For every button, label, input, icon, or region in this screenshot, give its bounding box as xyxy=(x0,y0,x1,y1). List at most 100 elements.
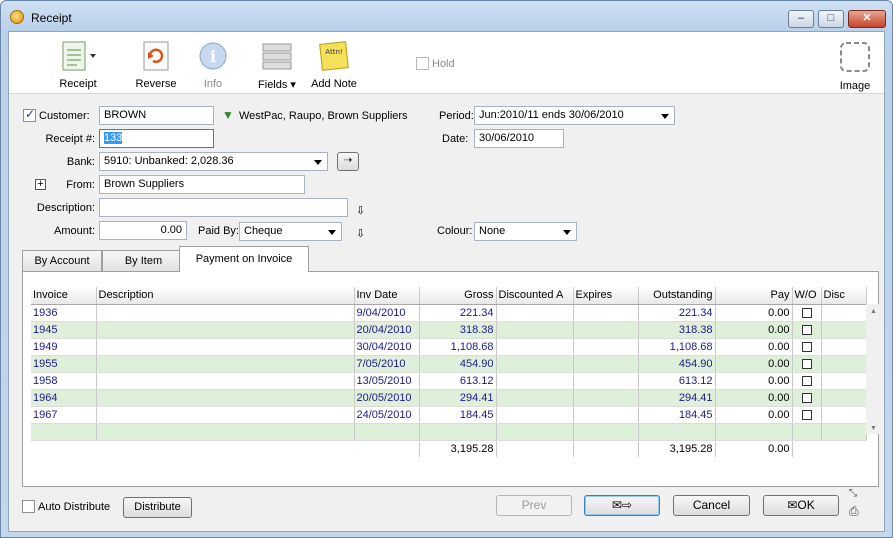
cell-empty[interactable] xyxy=(31,423,97,441)
hold-checkbox[interactable] xyxy=(416,57,429,70)
from-field[interactable]: Brown Suppliers xyxy=(99,175,305,194)
cell-outstanding[interactable]: 184.45 xyxy=(638,406,716,424)
cell-wo[interactable] xyxy=(792,304,822,322)
auto-distribute-checkbox[interactable] xyxy=(22,500,35,513)
cell-invoice[interactable]: 1936 xyxy=(31,304,97,322)
cell-disc[interactable] xyxy=(821,355,867,373)
cell-discounted[interactable] xyxy=(496,372,574,390)
cell-wo[interactable] xyxy=(792,338,822,356)
cell-description[interactable] xyxy=(96,304,355,322)
cell-empty[interactable] xyxy=(573,423,639,441)
table-row[interactable]: 1936 9/04/2010 221.34 221.34 0.00 xyxy=(31,304,867,322)
send-next-button[interactable]: ✉⇨ xyxy=(584,495,660,516)
cell-empty[interactable] xyxy=(496,423,574,441)
cell-inv-date[interactable]: 13/05/2010 xyxy=(354,372,420,390)
cell-outstanding[interactable]: 221.34 xyxy=(638,304,716,322)
write-off-checkbox[interactable] xyxy=(801,341,812,352)
paid-by-select[interactable]: Cheque xyxy=(239,222,342,241)
cell-empty[interactable] xyxy=(638,423,716,441)
title-bar[interactable]: Receipt – □ ✕ xyxy=(1,1,892,31)
col-header-expires[interactable]: Expires xyxy=(573,287,639,305)
cell-pay[interactable]: 0.00 xyxy=(715,338,793,356)
col-header-description[interactable]: Description xyxy=(96,287,355,305)
cell-discounted[interactable] xyxy=(496,338,574,356)
cell-invoice[interactable]: 1955 xyxy=(31,355,97,373)
cell-wo[interactable] xyxy=(792,389,822,407)
write-off-checkbox[interactable] xyxy=(801,324,812,335)
cell-discounted[interactable] xyxy=(496,406,574,424)
minimize-button[interactable]: – xyxy=(788,10,814,28)
cell-outstanding[interactable]: 318.38 xyxy=(638,321,716,339)
table-row-empty[interactable] xyxy=(31,423,867,441)
info-tool[interactable]: i Info xyxy=(196,40,230,90)
cell-empty[interactable] xyxy=(715,423,793,441)
write-off-checkbox[interactable] xyxy=(801,307,812,318)
cell-gross[interactable]: 1,108.68 xyxy=(419,338,497,356)
cell-outstanding[interactable]: 613.12 xyxy=(638,372,716,390)
cell-wo[interactable] xyxy=(792,372,822,390)
cell-empty[interactable] xyxy=(354,423,420,441)
fields-tool[interactable]: Fields ▾ xyxy=(255,40,299,91)
cell-outstanding[interactable]: 454.90 xyxy=(638,355,716,373)
cell-inv-date[interactable]: 30/04/2010 xyxy=(354,338,420,356)
cell-expires[interactable] xyxy=(573,355,639,373)
cell-pay[interactable]: 0.00 xyxy=(715,389,793,407)
table-row[interactable]: 1958 13/05/2010 613.12 613.12 0.00 xyxy=(31,372,867,390)
cell-description[interactable] xyxy=(96,321,355,339)
cell-discounted[interactable] xyxy=(496,304,574,322)
customer-field[interactable]: BROWN xyxy=(99,106,214,125)
receipt-tool[interactable]: Receipt xyxy=(52,40,104,90)
cell-description[interactable] xyxy=(96,389,355,407)
col-header-wo[interactable]: W/O xyxy=(792,287,822,305)
cell-invoice[interactable]: 1949 xyxy=(31,338,97,356)
cell-disc[interactable] xyxy=(821,372,867,390)
cell-inv-date[interactable]: 9/04/2010 xyxy=(354,304,420,322)
col-header-outstanding[interactable]: Outstanding xyxy=(638,287,716,305)
cell-invoice[interactable]: 1958 xyxy=(31,372,97,390)
tab-by-account[interactable]: By Account xyxy=(22,250,102,271)
image-tool[interactable]: Image xyxy=(835,40,875,92)
col-header-pay[interactable]: Pay xyxy=(715,287,793,305)
cell-wo[interactable] xyxy=(792,355,822,373)
cell-disc[interactable] xyxy=(821,338,867,356)
cell-expires[interactable] xyxy=(573,389,639,407)
reverse-tool[interactable]: Reverse xyxy=(132,40,180,90)
col-header-disc[interactable]: Disc xyxy=(821,287,867,305)
write-off-checkbox[interactable] xyxy=(801,392,812,403)
table-row[interactable]: 1967 24/05/2010 184.45 184.45 0.00 xyxy=(31,406,867,424)
cell-discounted[interactable] xyxy=(496,321,574,339)
cell-pay[interactable]: 0.00 xyxy=(715,321,793,339)
period-select[interactable]: Jun:2010/11 ends 30/06/2010 xyxy=(474,106,675,125)
cell-description[interactable] xyxy=(96,355,355,373)
cell-expires[interactable] xyxy=(573,321,639,339)
cell-inv-date[interactable]: 20/05/2010 xyxy=(354,389,420,407)
write-off-checkbox[interactable] xyxy=(801,375,812,386)
table-row[interactable]: 1949 30/04/2010 1,108.68 1,108.68 0.00 xyxy=(31,338,867,356)
cancel-button[interactable]: Cancel xyxy=(673,495,750,516)
green-arrow-down-icon[interactable]: ▼ xyxy=(222,108,234,122)
cell-empty[interactable] xyxy=(792,423,822,441)
cell-inv-date[interactable]: 20/04/2010 xyxy=(354,321,420,339)
cell-description[interactable] xyxy=(96,372,355,390)
write-off-checkbox[interactable] xyxy=(801,409,812,420)
scroll-up-icon[interactable]: ▲ xyxy=(870,308,877,315)
cell-expires[interactable] xyxy=(573,372,639,390)
cell-invoice[interactable]: 1967 xyxy=(31,406,97,424)
cell-discounted[interactable] xyxy=(496,389,574,407)
col-header-gross[interactable]: Gross xyxy=(419,287,497,305)
tab-payment-on-invoice[interactable]: Payment on Invoice xyxy=(179,246,309,272)
cell-pay[interactable]: 0.00 xyxy=(715,304,793,322)
cell-description[interactable] xyxy=(96,338,355,356)
col-header-invoice[interactable]: Invoice xyxy=(31,287,97,305)
cell-invoice[interactable]: 1964 xyxy=(31,389,97,407)
cell-expires[interactable] xyxy=(573,338,639,356)
cell-gross[interactable]: 184.45 xyxy=(419,406,497,424)
cell-description[interactable] xyxy=(96,406,355,424)
amount-field[interactable]: 0.00 xyxy=(99,221,187,240)
cell-inv-date[interactable]: 24/05/2010 xyxy=(354,406,420,424)
bank-transfer-button[interactable]: ⇢ xyxy=(337,152,359,171)
cell-wo[interactable] xyxy=(792,406,822,424)
close-button[interactable]: ✕ xyxy=(848,10,886,28)
cell-empty[interactable] xyxy=(419,423,497,441)
tab-by-item[interactable]: By Item xyxy=(102,250,185,271)
